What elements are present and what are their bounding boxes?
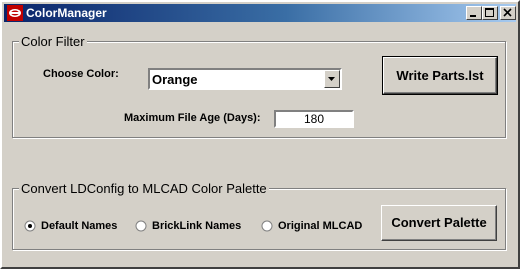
close-button[interactable] <box>500 6 516 20</box>
radio-unselected-icon <box>135 220 147 232</box>
color-select-value: Orange <box>152 72 198 87</box>
chevron-down-icon <box>328 77 335 81</box>
write-parts-button-label: Write Parts.lst <box>396 68 484 83</box>
color-filter-legend: Color Filter <box>19 34 87 49</box>
convert-legend: Convert LDConfig to MLCAD Color Palette <box>19 181 269 196</box>
radio-bricklink-names[interactable]: BrickLink Names <box>135 220 241 232</box>
minimize-button[interactable] <box>466 6 482 20</box>
convert-palette-button-label: Convert Palette <box>391 215 487 230</box>
color-select-dropdown-button[interactable] <box>324 70 340 88</box>
close-icon <box>503 8 512 17</box>
radio-selected-icon <box>24 220 36 232</box>
title-bar[interactable]: ColorManager <box>4 4 516 22</box>
max-age-label: Maximum File Age (Days): <box>124 112 261 124</box>
write-parts-button[interactable]: Write Parts.lst <box>382 56 498 95</box>
color-select[interactable]: Orange <box>148 68 342 90</box>
radio-default-names-label: Default Names <box>41 220 118 232</box>
colormanager-window: ColorManager Color Filter Choose Color: … <box>0 0 520 269</box>
window-title: ColorManager <box>26 6 107 20</box>
radio-default-names[interactable]: Default Names <box>24 220 117 232</box>
convert-palette-button[interactable]: Convert Palette <box>381 205 497 241</box>
radio-original-mlcad[interactable]: Original MLCAD <box>261 220 362 232</box>
radio-original-mlcad-label: Original MLCAD <box>278 220 363 232</box>
radio-bricklink-names-label: BrickLink Names <box>152 220 242 232</box>
app-icon[interactable] <box>7 5 23 21</box>
choose-color-label: Choose Color: <box>43 68 119 80</box>
radio-unselected-icon <box>261 220 273 232</box>
maximize-icon <box>485 8 494 17</box>
maximize-button[interactable] <box>482 6 498 20</box>
max-age-input[interactable]: 180 <box>274 110 354 128</box>
minimize-icon <box>470 15 476 17</box>
